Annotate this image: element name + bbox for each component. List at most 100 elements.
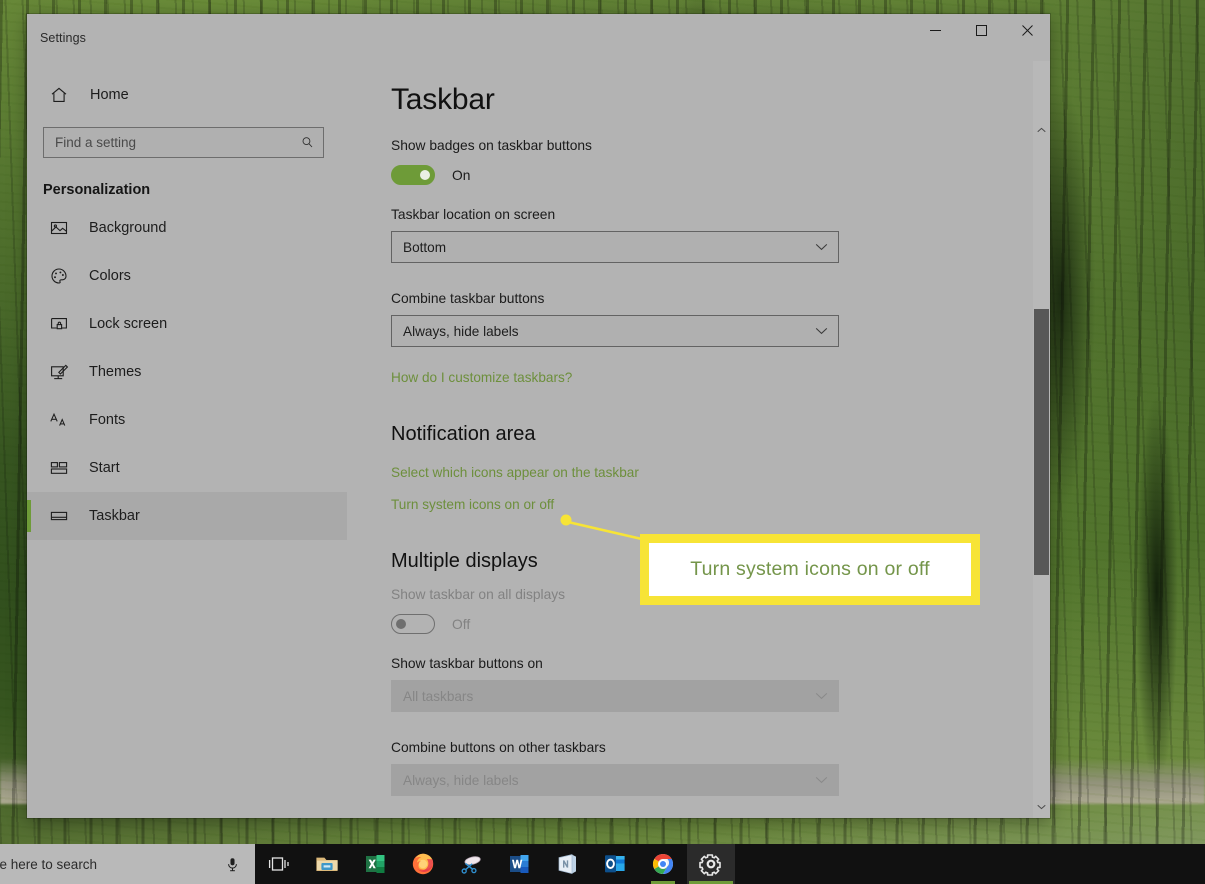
microphone-icon[interactable] xyxy=(224,856,241,873)
close-button[interactable] xyxy=(1004,14,1050,46)
snipping-tool-icon xyxy=(461,856,481,874)
settings-window: Home Personalization Background xyxy=(27,14,1050,818)
chevron-up-icon xyxy=(1037,127,1046,133)
word-icon xyxy=(510,855,529,873)
sidebar-item-label: Background xyxy=(89,220,167,236)
search-icon xyxy=(302,137,313,148)
taskbar-app-word[interactable] xyxy=(495,844,543,884)
show-taskbar-all-displays-row: Off xyxy=(391,614,1050,634)
show-taskbar-all-displays-state: Off xyxy=(452,616,471,632)
combine-buttons-select[interactable]: Always, hide labels xyxy=(391,315,839,347)
home-icon xyxy=(51,87,67,102)
close-icon xyxy=(1021,24,1033,36)
show-taskbar-all-displays-toggle[interactable] xyxy=(391,614,435,634)
taskbar-icon xyxy=(50,511,68,521)
main-content: Taskbar Show badges on taskbar buttons O… xyxy=(347,14,1050,818)
sidebar-item-label: Colors xyxy=(89,268,131,284)
select-icons-link[interactable]: Select which icons appear on the taskbar xyxy=(391,465,639,480)
start-tiles-icon xyxy=(50,462,68,474)
sidebar-section-title: Personalization xyxy=(43,182,151,198)
maximize-button[interactable] xyxy=(958,14,1004,46)
callout-text: Turn system icons on or off xyxy=(690,558,930,580)
sidebar-item-fonts[interactable]: Fonts xyxy=(27,396,347,444)
chevron-down-icon xyxy=(815,693,828,700)
taskbar-location-select[interactable]: Bottom xyxy=(391,231,839,263)
taskbar-location-label: Taskbar location on screen xyxy=(391,207,556,222)
sidebar-item-label: Taskbar xyxy=(89,508,140,524)
minimize-button[interactable] xyxy=(912,14,958,46)
page-title: Taskbar xyxy=(391,83,495,116)
combine-buttons-value: Always, hide labels xyxy=(403,323,519,339)
scroll-up-arrow[interactable] xyxy=(1033,121,1050,139)
combine-other-taskbars-label: Combine buttons on other taskbars xyxy=(391,740,606,755)
combine-other-taskbars-value: Always, hide labels xyxy=(403,772,519,788)
taskbar-search-box[interactable]: pe here to search xyxy=(0,844,255,884)
lock-screen-icon xyxy=(51,318,67,330)
show-taskbar-buttons-on-select: All taskbars xyxy=(391,680,839,712)
chevron-down-icon xyxy=(815,777,828,784)
taskbar-app-excel[interactable] xyxy=(351,844,399,884)
gear-icon xyxy=(699,854,721,876)
chrome-icon xyxy=(653,854,673,874)
show-badges-state: On xyxy=(452,167,471,183)
maximize-icon xyxy=(975,24,987,36)
sidebar-item-colors[interactable]: Colors xyxy=(27,252,347,300)
chevron-down-icon xyxy=(815,328,828,335)
sidebar-home-label: Home xyxy=(90,87,129,103)
sidebar-item-label: Lock screen xyxy=(89,316,168,332)
sidebar-item-label: Start xyxy=(89,460,120,476)
notification-area-heading: Notification area xyxy=(391,423,536,445)
sidebar-item-background[interactable]: Background xyxy=(27,204,347,252)
search-input[interactable] xyxy=(55,135,300,150)
sidebar-item-home[interactable]: Home xyxy=(27,77,335,113)
file-explorer-icon xyxy=(316,857,338,871)
show-badges-label: Show badges on taskbar buttons xyxy=(391,138,592,153)
taskbar-app-outlook[interactable] xyxy=(591,844,639,884)
search-container xyxy=(27,113,347,158)
sidebar-item-lock-screen[interactable]: Lock screen xyxy=(27,300,347,348)
turn-system-icons-link[interactable]: Turn system icons on or off xyxy=(391,497,554,512)
show-taskbar-buttons-on-value: All taskbars xyxy=(403,688,474,704)
taskbar-app-chrome[interactable] xyxy=(639,844,687,884)
combine-buttons-label: Combine taskbar buttons xyxy=(391,291,545,306)
taskbar-app-settings[interactable] xyxy=(687,844,735,884)
customize-taskbars-link[interactable]: How do I customize taskbars? xyxy=(391,370,572,385)
callout-box: Turn system icons on or off xyxy=(640,534,980,605)
task-view-button[interactable] xyxy=(255,844,303,884)
sidebar-item-start[interactable]: Start xyxy=(27,444,347,492)
show-badges-toggle[interactable] xyxy=(391,165,435,185)
task-view-icon xyxy=(268,857,289,871)
show-badges-row: On xyxy=(391,165,1050,185)
sidebar-item-taskbar[interactable]: Taskbar xyxy=(27,492,347,540)
minimize-icon xyxy=(929,29,941,31)
windows-taskbar: pe here to search xyxy=(0,844,1205,884)
onenote-icon xyxy=(558,854,576,875)
sidebar: Home Personalization Background xyxy=(27,14,347,818)
scrollbar-thumb[interactable] xyxy=(1034,309,1049,575)
image-icon xyxy=(50,221,68,235)
taskbar-location-value: Bottom xyxy=(403,239,447,255)
palette-icon xyxy=(51,268,67,284)
settings-page: Taskbar Show badges on taskbar buttons O… xyxy=(347,61,1050,818)
vertical-scrollbar[interactable] xyxy=(1033,61,1050,818)
scroll-down-arrow[interactable] xyxy=(1033,798,1050,816)
taskbar-app-snipping-tool[interactable] xyxy=(447,844,495,884)
sidebar-item-label: Fonts xyxy=(89,412,126,428)
sidebar-item-label: Themes xyxy=(89,364,142,380)
firefox-icon xyxy=(412,853,434,875)
excel-icon xyxy=(366,855,385,873)
chevron-down-icon xyxy=(815,244,828,251)
combine-other-taskbars-select: Always, hide labels xyxy=(391,764,839,796)
taskbar-app-firefox[interactable] xyxy=(399,844,447,884)
search-box[interactable] xyxy=(43,127,324,158)
show-taskbar-buttons-on-label: Show taskbar buttons on xyxy=(391,656,543,671)
taskbar-app-onenote[interactable] xyxy=(543,844,591,884)
taskbar-search-text: pe here to search xyxy=(0,856,98,872)
window-controls xyxy=(912,14,1050,46)
outlook-icon xyxy=(605,855,625,873)
sidebar-item-themes[interactable]: Themes xyxy=(27,348,347,396)
taskbar-app-file-explorer[interactable] xyxy=(303,844,351,884)
brush-icon xyxy=(51,364,69,380)
callout-inner: Turn system icons on or off xyxy=(649,543,971,596)
fonts-icon xyxy=(50,412,66,426)
